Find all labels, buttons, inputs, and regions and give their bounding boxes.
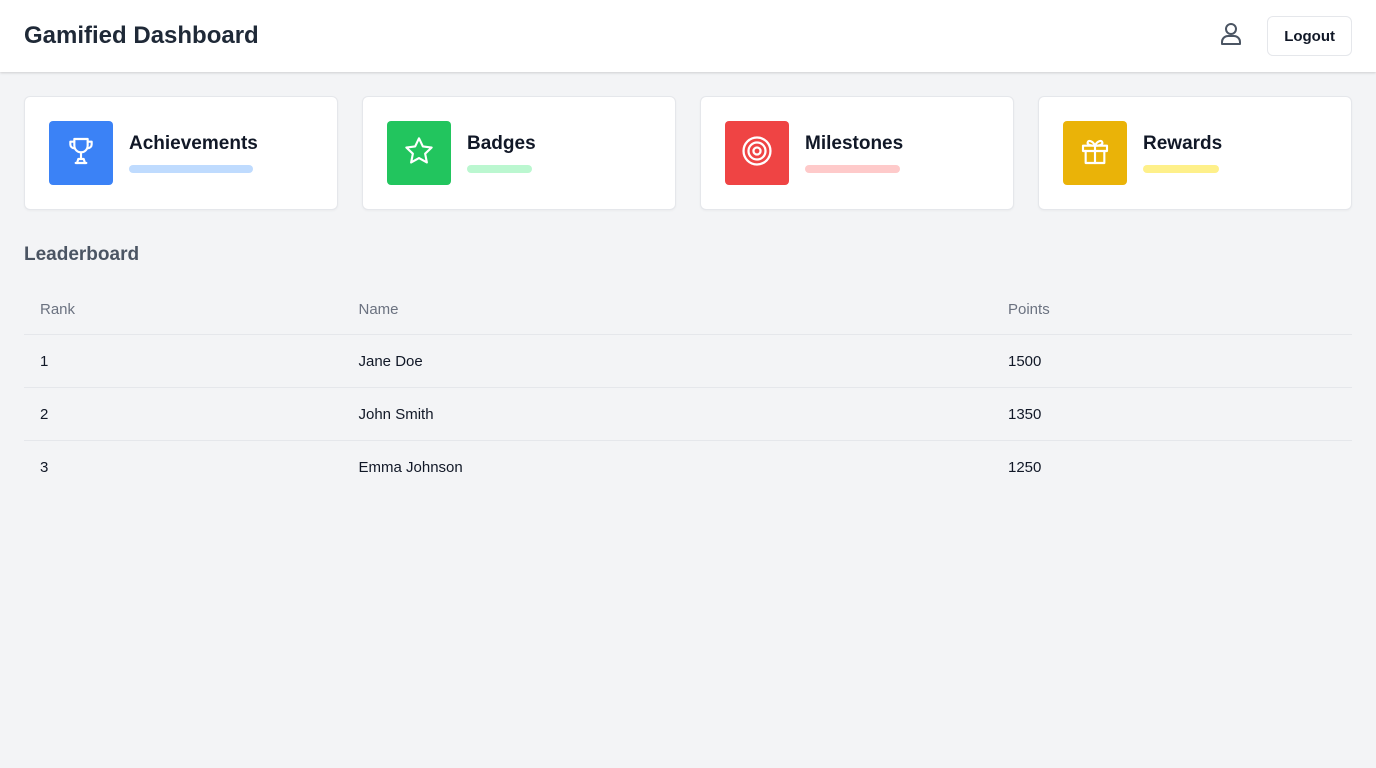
card-body: Milestones (805, 133, 903, 173)
table-row: 1 Jane Doe 1500 (24, 335, 1352, 388)
column-header-name: Name (358, 300, 399, 318)
card-body: Achievements (129, 133, 258, 173)
card-progress-bar (805, 165, 900, 173)
card-badges[interactable]: Badges (362, 96, 676, 210)
trophy-icon (65, 135, 97, 172)
card-progress-bar (129, 165, 253, 173)
points-cell: 1250 (1008, 459, 1042, 476)
user-icon (1220, 22, 1242, 51)
app-title: Gamified Dashboard (24, 22, 259, 49)
leaderboard-table: Rank Name Points 1 Jane Doe 1500 2 John … (24, 284, 1352, 494)
card-title: Badges (467, 133, 536, 154)
card-progress-bar (1143, 165, 1219, 173)
user-profile-button[interactable] (1211, 16, 1251, 56)
card-progress-bar (467, 165, 532, 173)
column-header-points: Points (1008, 300, 1050, 318)
table-row: 2 John Smith 1350 (24, 388, 1352, 441)
logout-button[interactable]: Logout (1267, 16, 1352, 56)
card-body: Badges (467, 133, 536, 173)
card-rewards[interactable]: Rewards (1038, 96, 1352, 210)
header-actions: Logout (1211, 16, 1352, 56)
card-achievements[interactable]: Achievements (24, 96, 338, 210)
stat-cards: Achievements Badges Milestones Rewards (24, 96, 1352, 210)
card-milestones[interactable]: Milestones (700, 96, 1014, 210)
leaderboard-title: Leaderboard (24, 244, 140, 265)
points-cell: 1350 (1008, 405, 1042, 423)
column-header-rank: Rank (40, 300, 76, 318)
target-icon (740, 134, 774, 173)
app-header: Gamified Dashboard Logout (0, 0, 1376, 72)
rank-cell: 3 (40, 459, 49, 476)
gift-icon (1079, 135, 1111, 172)
card-icon-box (49, 121, 113, 185)
card-body: Rewards (1143, 133, 1222, 173)
name-cell: Emma Johnson (358, 459, 463, 476)
card-title: Achievements (129, 133, 258, 154)
card-title: Rewards (1143, 133, 1223, 154)
card-icon-box (725, 121, 789, 185)
name-cell: Jane Doe (358, 352, 423, 370)
card-title: Milestones (805, 133, 904, 154)
table-row: 3 Emma Johnson 1250 (24, 441, 1352, 494)
rank-cell: 1 (40, 352, 49, 370)
points-cell: 1500 (1008, 352, 1042, 370)
star-icon (403, 135, 435, 172)
table-header: Rank Name Points (24, 284, 1352, 335)
rank-cell: 2 (40, 405, 49, 423)
card-icon-box (387, 121, 451, 185)
card-icon-box (1063, 121, 1127, 185)
name-cell: John Smith (358, 405, 434, 423)
